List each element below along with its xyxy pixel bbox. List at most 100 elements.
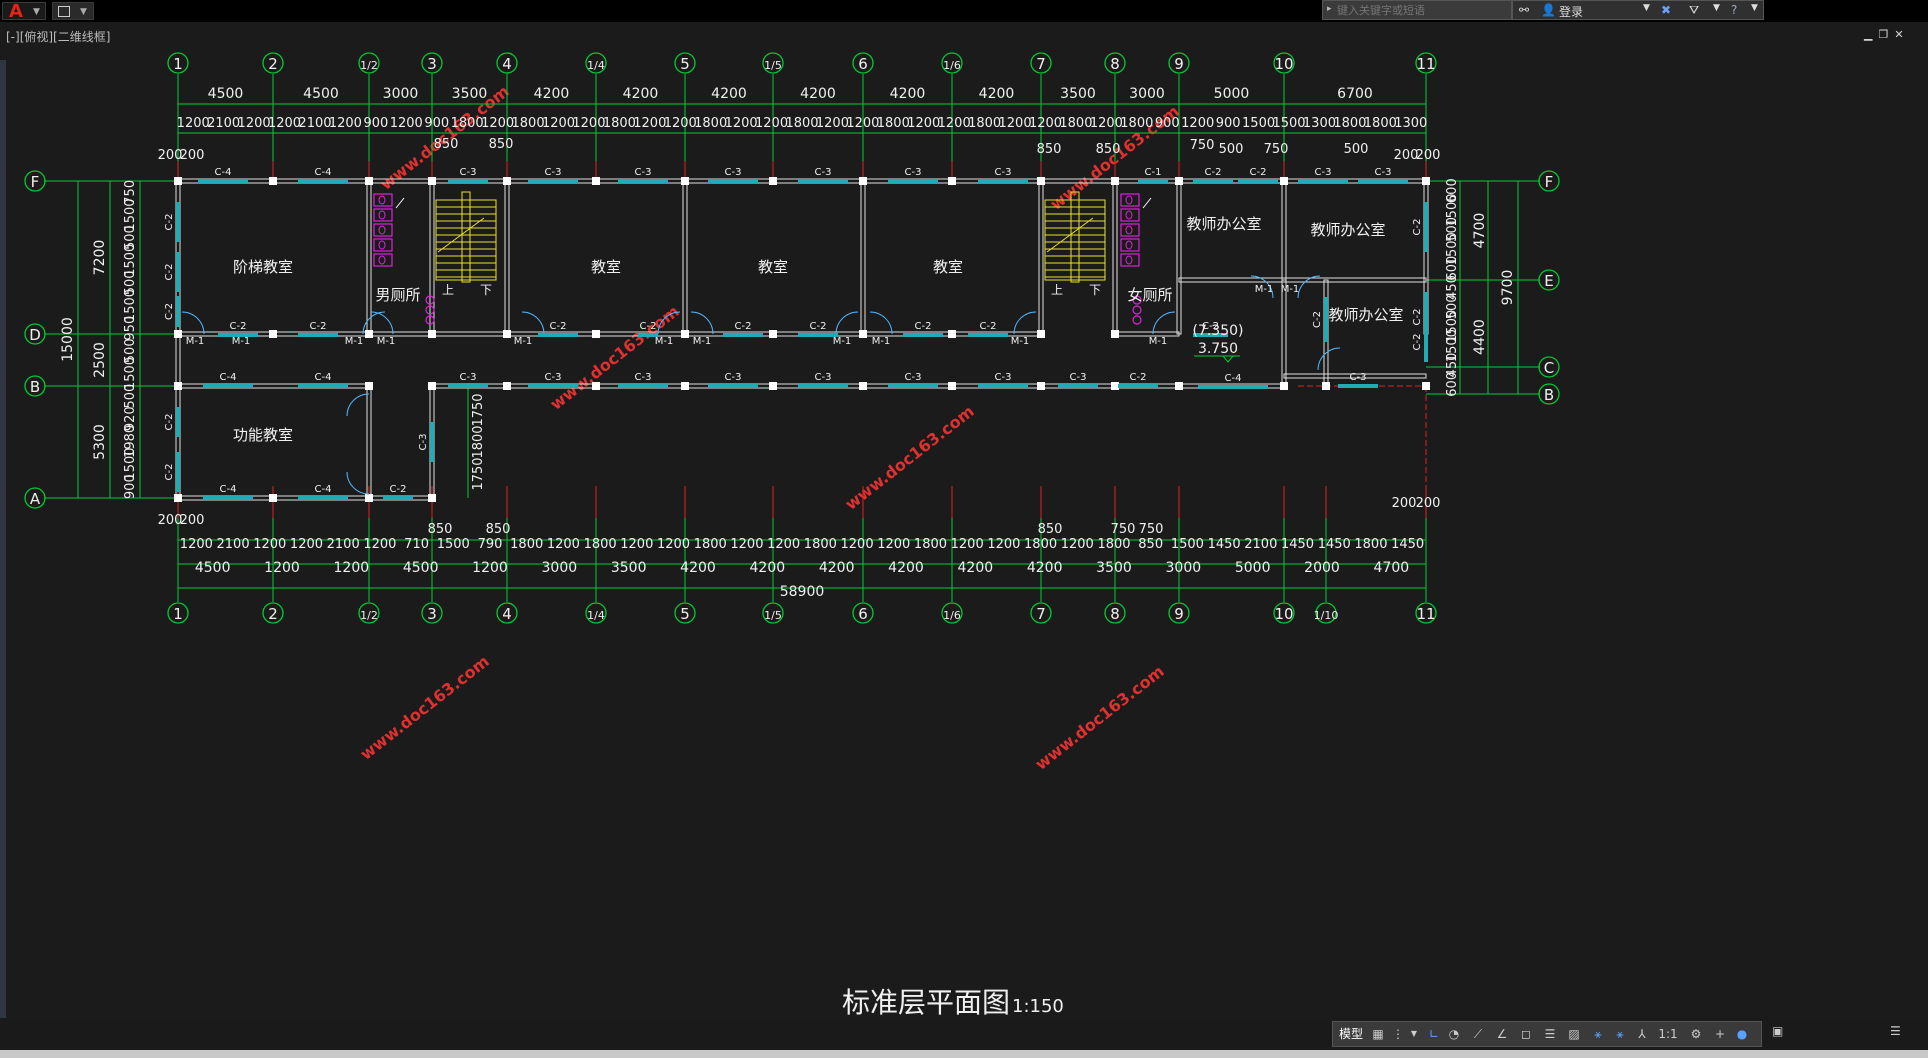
dimension-text: 850 xyxy=(486,522,511,537)
transparency-icon[interactable]: ▨ xyxy=(1565,1026,1583,1042)
annotation-scale-icon[interactable]: ⅄ xyxy=(1633,1026,1651,1042)
toilet-fixture xyxy=(378,195,386,205)
autocad-logo-icon: A xyxy=(9,1,23,22)
binoculars-icon[interactable]: ⚯ xyxy=(1519,3,1529,17)
window-label: C-2 xyxy=(1412,309,1423,326)
auto-scale-icon[interactable]: ⚹ xyxy=(1611,1026,1629,1042)
dimension-text: 1200 xyxy=(987,537,1020,552)
axis-label: E xyxy=(1544,272,1553,290)
gear-icon[interactable]: ⚙ xyxy=(1687,1026,1705,1042)
customize-icon[interactable]: ☰ xyxy=(1890,1024,1901,1038)
grid-icon[interactable]: ▦ xyxy=(1369,1026,1387,1042)
window xyxy=(968,333,1008,337)
dimension-text: 4500 xyxy=(403,560,439,576)
watermark-text: www.doc163.com xyxy=(1032,662,1168,774)
search-input[interactable] xyxy=(1337,2,1507,18)
door-label: M-1 xyxy=(1149,336,1168,347)
window xyxy=(1338,384,1378,388)
dimension-text: 200 xyxy=(1416,496,1441,511)
chevron-down-icon[interactable]: ▼ xyxy=(1409,1026,1419,1042)
window-label: C-3 xyxy=(995,372,1012,383)
dimension-text: 1800 xyxy=(471,425,486,458)
window xyxy=(798,384,848,388)
window-label: C-3 xyxy=(635,167,652,178)
dimension-text: 1200 xyxy=(816,116,849,131)
dimension-text: 1200 xyxy=(938,116,971,131)
object-snap-icon[interactable]: ◻ xyxy=(1517,1026,1535,1042)
window xyxy=(978,179,1028,183)
model-tab[interactable]: 模型 xyxy=(1337,1026,1365,1042)
polar-icon[interactable]: ◔ xyxy=(1445,1026,1463,1042)
title-bar: A ▼ ▼ ▸ ⚯ 👤 登录 ▼ ✖ ⛛ ▼ ? ▼ xyxy=(0,0,1928,22)
annotation-visibility-icon[interactable]: ⚹ xyxy=(1589,1026,1607,1042)
plus-icon[interactable]: + xyxy=(1711,1026,1729,1042)
toilet-fixture xyxy=(1125,225,1133,235)
toilet-fixture xyxy=(378,210,386,220)
dimension-text: 1200 xyxy=(1090,116,1123,131)
column xyxy=(1422,177,1430,185)
dimension-text: 850 xyxy=(489,137,514,152)
chevron-down-icon[interactable]: ▼ xyxy=(1713,3,1720,13)
window-label: C-2 xyxy=(164,414,175,431)
isolate-objects-icon[interactable]: ● xyxy=(1733,1026,1751,1042)
column xyxy=(428,382,436,390)
hardware-acceleration-icon[interactable]: ▣ xyxy=(1772,1024,1783,1038)
elevation-text: 3.750 xyxy=(1198,341,1238,357)
column xyxy=(859,382,867,390)
search-box[interactable]: ▸ xyxy=(1322,0,1512,20)
toilet-fixture xyxy=(1125,210,1133,220)
login-link[interactable]: 登录 xyxy=(1559,3,1583,20)
isodraft-icon[interactable]: ⟋ xyxy=(1469,1026,1487,1042)
chevron-down-icon[interactable]: ▼ xyxy=(1643,3,1650,13)
window-label: C-3 xyxy=(905,372,922,383)
stair-outline xyxy=(1044,199,1106,281)
dimension-text: 900 xyxy=(424,116,449,131)
dimension-text: 850 xyxy=(434,137,459,152)
window-label: C-4 xyxy=(315,372,332,383)
column xyxy=(769,177,777,185)
column xyxy=(428,177,436,185)
column xyxy=(503,330,511,338)
dimension-text: 3500 xyxy=(611,560,647,576)
window-label: C-2 xyxy=(164,464,175,481)
ortho-icon[interactable]: ∟ xyxy=(1425,1026,1443,1042)
window xyxy=(448,179,488,183)
dimension-text: 850 xyxy=(1038,522,1063,537)
window xyxy=(203,496,253,500)
dimension-text: 850 xyxy=(428,522,453,537)
annotation-scale-select[interactable]: 1:1 xyxy=(1653,1026,1683,1042)
door-label: M-1 xyxy=(693,336,712,347)
dimension-text: 710 xyxy=(404,537,429,552)
dimension-text: 4200 xyxy=(534,86,570,102)
drawing-canvas[interactable]: www.doc163.com www.doc163.com www.doc163.c… xyxy=(8,22,1928,1032)
dimension-text: 1800 xyxy=(603,116,636,131)
dimension-text: 1200 xyxy=(755,116,788,131)
left-scrollbar[interactable] xyxy=(0,60,6,1040)
column xyxy=(1037,330,1045,338)
room-name: 教室 xyxy=(933,258,963,276)
axis-label: 1 xyxy=(173,55,183,73)
dimension-text: 200 xyxy=(1392,496,1417,511)
window-label: C-3 xyxy=(545,372,562,383)
dimension-text: 1800 xyxy=(1333,116,1366,131)
dimension-text: 1200 xyxy=(877,537,910,552)
quick-access-toolbar[interactable]: ▼ xyxy=(52,2,94,20)
application-menu-button[interactable]: A ▼ xyxy=(2,1,46,22)
exchange-icon[interactable]: ✖ xyxy=(1661,3,1671,17)
object-snap-tracking-icon[interactable]: ∠ xyxy=(1493,1026,1511,1042)
dimension-text: 900 xyxy=(1155,116,1180,131)
window xyxy=(1358,179,1408,183)
labels: 4500 4500 3000 3500 4200 4200 4200 4200 4200 4200… xyxy=(60,86,1516,600)
help-icon[interactable]: ? xyxy=(1731,3,1737,17)
search-expand-icon: ▸ xyxy=(1327,4,1332,14)
a360-icon[interactable]: ⛛ xyxy=(1689,3,1699,18)
window-label: C-2 xyxy=(980,321,997,332)
lineweight-icon[interactable]: ☰ xyxy=(1541,1026,1559,1042)
window-label: C-2 xyxy=(230,321,247,332)
door-label: M-1 xyxy=(872,336,891,347)
chevron-down-icon[interactable]: ▼ xyxy=(1751,3,1758,13)
wall xyxy=(1112,180,1118,335)
window xyxy=(298,179,348,183)
dimension-text: 1800 xyxy=(1097,537,1130,552)
snap-icon[interactable]: ⋮ xyxy=(1389,1026,1407,1042)
